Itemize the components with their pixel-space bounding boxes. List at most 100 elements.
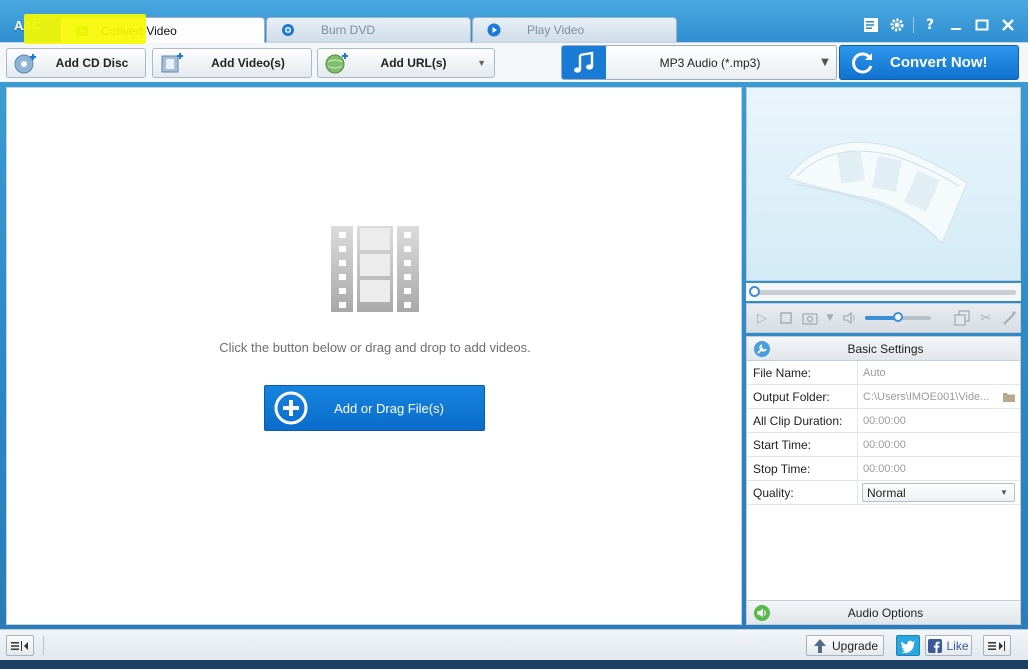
drop-hint-text: Click the button below or drag and drop … [219, 340, 531, 355]
facebook-like-button[interactable]: Like [925, 635, 972, 656]
cd-add-icon [14, 54, 36, 74]
add-video-button[interactable]: Add Video(s) [152, 48, 312, 78]
chevron-down-icon[interactable]: ▼ [477, 58, 486, 68]
seek-track[interactable] [754, 290, 1016, 295]
output-format-label: MP3 Audio (*.mp3) [659, 55, 761, 70]
stop-time-field[interactable]: 00:00:00 [858, 457, 1020, 480]
copy-icon[interactable] [953, 309, 971, 327]
setting-label: Stop Time: [747, 457, 858, 480]
plus-circle-icon [274, 391, 308, 425]
setting-row-start-time: Start Time: 00:00:00 [747, 433, 1020, 457]
help-icon[interactable]: ? [920, 15, 940, 35]
setting-row-file-name: File Name: Auto [747, 361, 1020, 385]
status-bar: Upgrade Like [0, 629, 1028, 660]
upgrade-label: Upgrade [831, 638, 879, 653]
toolbar: Add CD Disc Add Video(s) Add URL(s) ▼ MP… [0, 42, 1028, 82]
like-label: Like [946, 638, 969, 653]
basic-settings-title: Basic Settings [847, 341, 924, 356]
output-folder-path: C:\Users\IMOE001\Vide... [863, 390, 990, 403]
volume-slider[interactable] [865, 312, 931, 322]
quality-select[interactable]: Normal ▼ [862, 483, 1015, 502]
add-cd-disc-label: Add CD Disc [55, 56, 129, 70]
clip-duration-value: 00:00:00 [863, 414, 906, 427]
tab-play-video[interactable]: Play Video [472, 17, 677, 42]
wand-icon[interactable] [1001, 309, 1019, 327]
basic-settings-header[interactable]: Basic Settings [747, 337, 1020, 361]
convert-now-label: Convert Now! [890, 54, 988, 71]
close-icon[interactable] [998, 15, 1018, 35]
camera-icon[interactable] [801, 309, 819, 327]
audio-options-title: Audio Options [847, 605, 924, 620]
add-url-label: Add URL(s) [380, 56, 447, 70]
film-strip-icon [331, 226, 419, 312]
menu-icon[interactable] [861, 15, 881, 35]
gear-icon[interactable] [887, 15, 907, 35]
chevron-down-icon: ▼ [1000, 488, 1008, 497]
refresh-icon [852, 52, 873, 73]
volume-handle[interactable] [893, 312, 903, 322]
upload-arrow-icon [813, 638, 826, 653]
convert-now-button[interactable]: Convert Now! [839, 45, 1019, 80]
setting-row-quality: Quality: Normal ▼ [747, 481, 1020, 505]
setting-label: Quality: [747, 481, 858, 504]
tab-convert-video-label: Convert Video [101, 23, 177, 38]
upgrade-button[interactable]: Upgrade [806, 635, 884, 656]
audio-options-header[interactable]: Audio Options [747, 600, 1020, 624]
start-time-field[interactable]: 00:00:00 [858, 433, 1020, 456]
tab-burn-dvd[interactable]: Burn DVD [266, 17, 471, 42]
scissors-icon[interactable]: ✂ [977, 309, 995, 327]
play-icon[interactable]: ▷ [753, 309, 771, 327]
stop-icon[interactable] [777, 309, 795, 327]
setting-row-clip-duration: All Clip Duration: 00:00:00 [747, 409, 1020, 433]
add-cd-disc-button[interactable]: Add CD Disc [6, 48, 146, 78]
quality-cell: Normal ▼ [858, 481, 1020, 504]
desktop-taskbar [0, 660, 1028, 669]
setting-label: All Clip Duration: [747, 409, 858, 432]
toggle-list-right-button[interactable] [983, 635, 1011, 656]
output-folder-field[interactable]: C:\Users\IMOE001\Vide... [858, 385, 1020, 408]
setting-row-output-folder: Output Folder: C:\Users\IMOE001\Vide... [747, 385, 1020, 409]
play-circle-icon [487, 23, 501, 37]
add-or-drag-files-label: Add or Drag File(s) [334, 400, 444, 416]
seek-handle[interactable] [749, 286, 760, 297]
film-reel-graphic [786, 141, 968, 244]
setting-label: Output Folder: [747, 385, 858, 408]
minimize-icon[interactable] [946, 15, 966, 35]
list-expand-icon [988, 640, 1005, 651]
globe-add-icon [325, 53, 348, 74]
convert-icon [76, 25, 88, 36]
chevron-down-icon[interactable]: ▼ [814, 57, 836, 68]
add-url-button[interactable]: Add URL(s) ▼ [317, 48, 495, 78]
folder-icon[interactable] [1002, 391, 1016, 403]
tab-play-video-label: Play Video [527, 23, 585, 37]
basic-settings-panel: Basic Settings File Name: Auto Output Fo… [746, 336, 1021, 625]
chevron-down-icon[interactable]: ▼ [825, 309, 835, 327]
music-note-icon [562, 46, 606, 79]
divider [913, 17, 914, 33]
film-add-icon [161, 53, 183, 73]
video-preview [746, 87, 1021, 281]
twitter-button[interactable] [896, 635, 920, 656]
add-video-label: Add Video(s) [211, 56, 285, 70]
output-format-select[interactable]: MP3 Audio (*.mp3) ▼ [561, 45, 837, 80]
speaker-icon [754, 604, 770, 621]
setting-row-stop-time: Stop Time: 00:00:00 [747, 457, 1020, 481]
toggle-list-left-button[interactable] [6, 635, 34, 656]
add-or-drag-files-button[interactable]: Add or Drag File(s) [264, 385, 485, 431]
disc-icon [282, 24, 294, 36]
seek-bar[interactable] [746, 283, 1021, 301]
list-collapse-icon [11, 640, 28, 651]
video-drop-area[interactable]: Click the button below or drag and drop … [6, 87, 742, 625]
setting-label: File Name: [747, 361, 858, 384]
volume-icon[interactable] [841, 309, 859, 327]
app-logo: AAC [14, 18, 41, 33]
window-controls: ? [861, 15, 1018, 35]
divider [43, 636, 44, 655]
player-controls: ▷ ▼ ✂ [746, 303, 1021, 333]
wrench-icon [754, 340, 770, 357]
maximize-icon[interactable] [972, 15, 992, 35]
tab-convert-video[interactable]: Convert Video [60, 17, 265, 43]
file-name-field[interactable]: Auto [858, 361, 1020, 384]
quality-value: Normal [867, 485, 906, 500]
tab-burn-dvd-label: Burn DVD [321, 23, 376, 37]
